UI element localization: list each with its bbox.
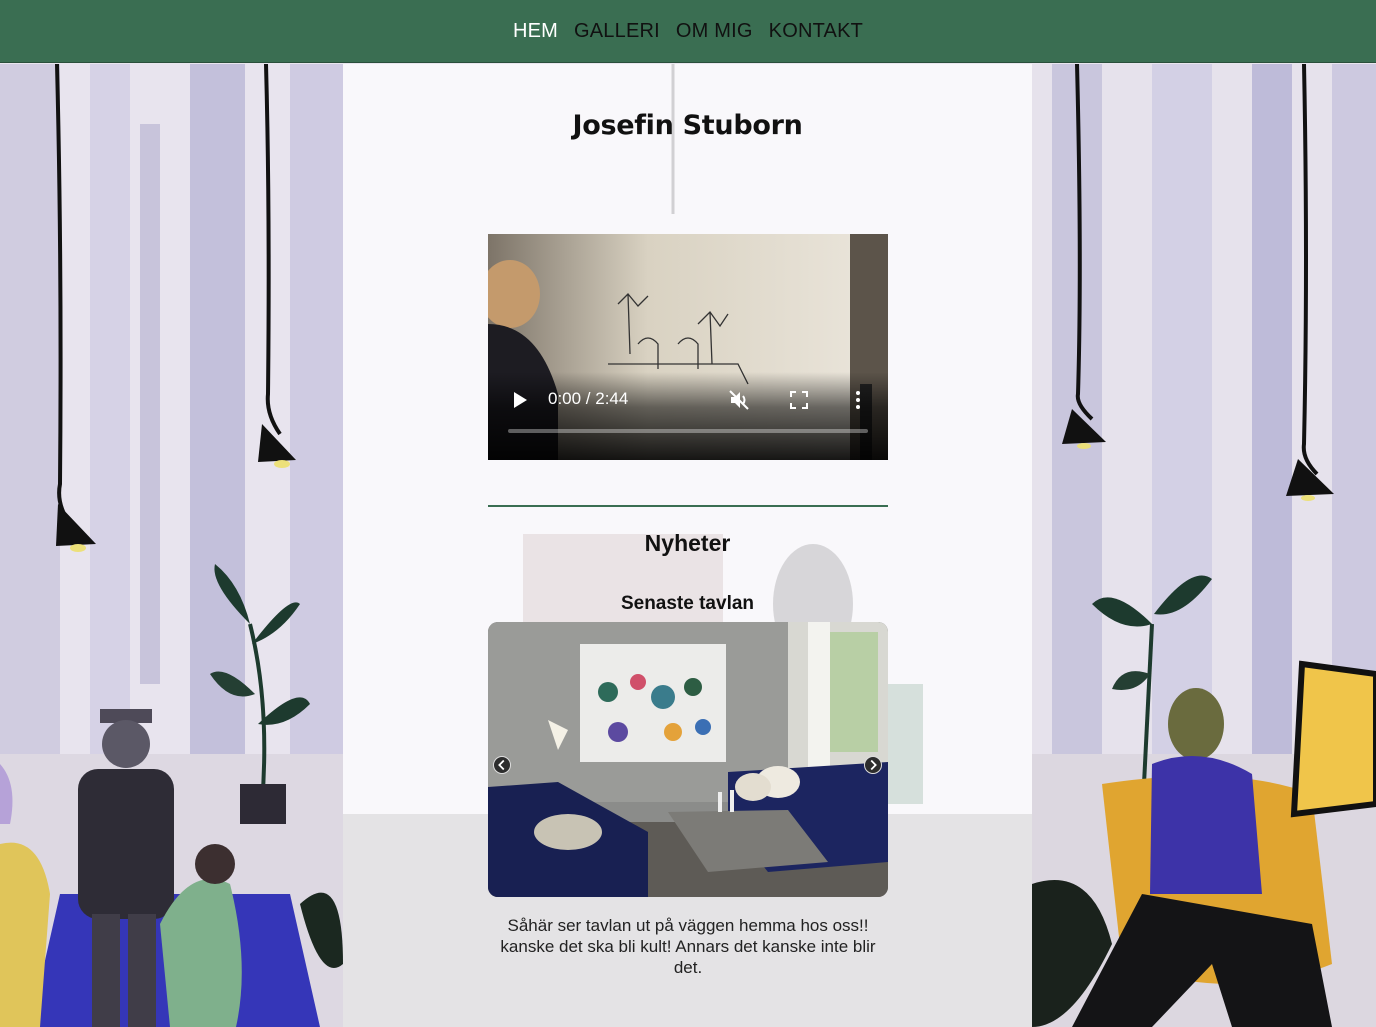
muted-speaker-icon[interactable] xyxy=(728,389,750,411)
video-progress-bar[interactable] xyxy=(508,429,868,433)
living-room-photo xyxy=(488,622,888,897)
latest-painting-heading: Senaste tavlan xyxy=(620,593,755,614)
kebab-menu-icon[interactable] xyxy=(850,389,866,411)
section-divider xyxy=(488,505,888,507)
video-controls-overlay xyxy=(488,372,888,460)
image-carousel[interactable] xyxy=(488,622,888,897)
nav-link-hem[interactable]: HEM xyxy=(505,20,566,43)
news-heading: Nyheter xyxy=(644,530,731,556)
top-navigation: HEM GALLERI OM MIG KONTAKT xyxy=(0,0,1376,63)
site-title: Josefin Stuborn xyxy=(572,110,803,141)
background-painting-left xyxy=(0,64,343,1027)
background-painting-right xyxy=(1032,64,1376,1027)
video-player[interactable]: 0:00 / 2:44 xyxy=(488,234,888,460)
main-content: Josefin Stuborn 0:00 / 2:44 Nyheter Sena… xyxy=(343,64,1032,1027)
play-icon[interactable] xyxy=(512,391,528,409)
nav-link-kontakt[interactable]: KONTAKT xyxy=(761,20,871,43)
nav-link-galleri[interactable]: GALLERI xyxy=(566,20,668,43)
nav-link-om-mig[interactable]: OM MIG xyxy=(668,20,761,43)
video-time: 0:00 / 2:44 xyxy=(548,389,629,408)
chevron-left-icon[interactable] xyxy=(493,756,511,774)
chevron-right-icon[interactable] xyxy=(864,756,882,774)
news-caption: Såhär ser tavlan ut på väggen hemma hos … xyxy=(500,916,876,977)
fullscreen-icon[interactable] xyxy=(790,391,808,409)
